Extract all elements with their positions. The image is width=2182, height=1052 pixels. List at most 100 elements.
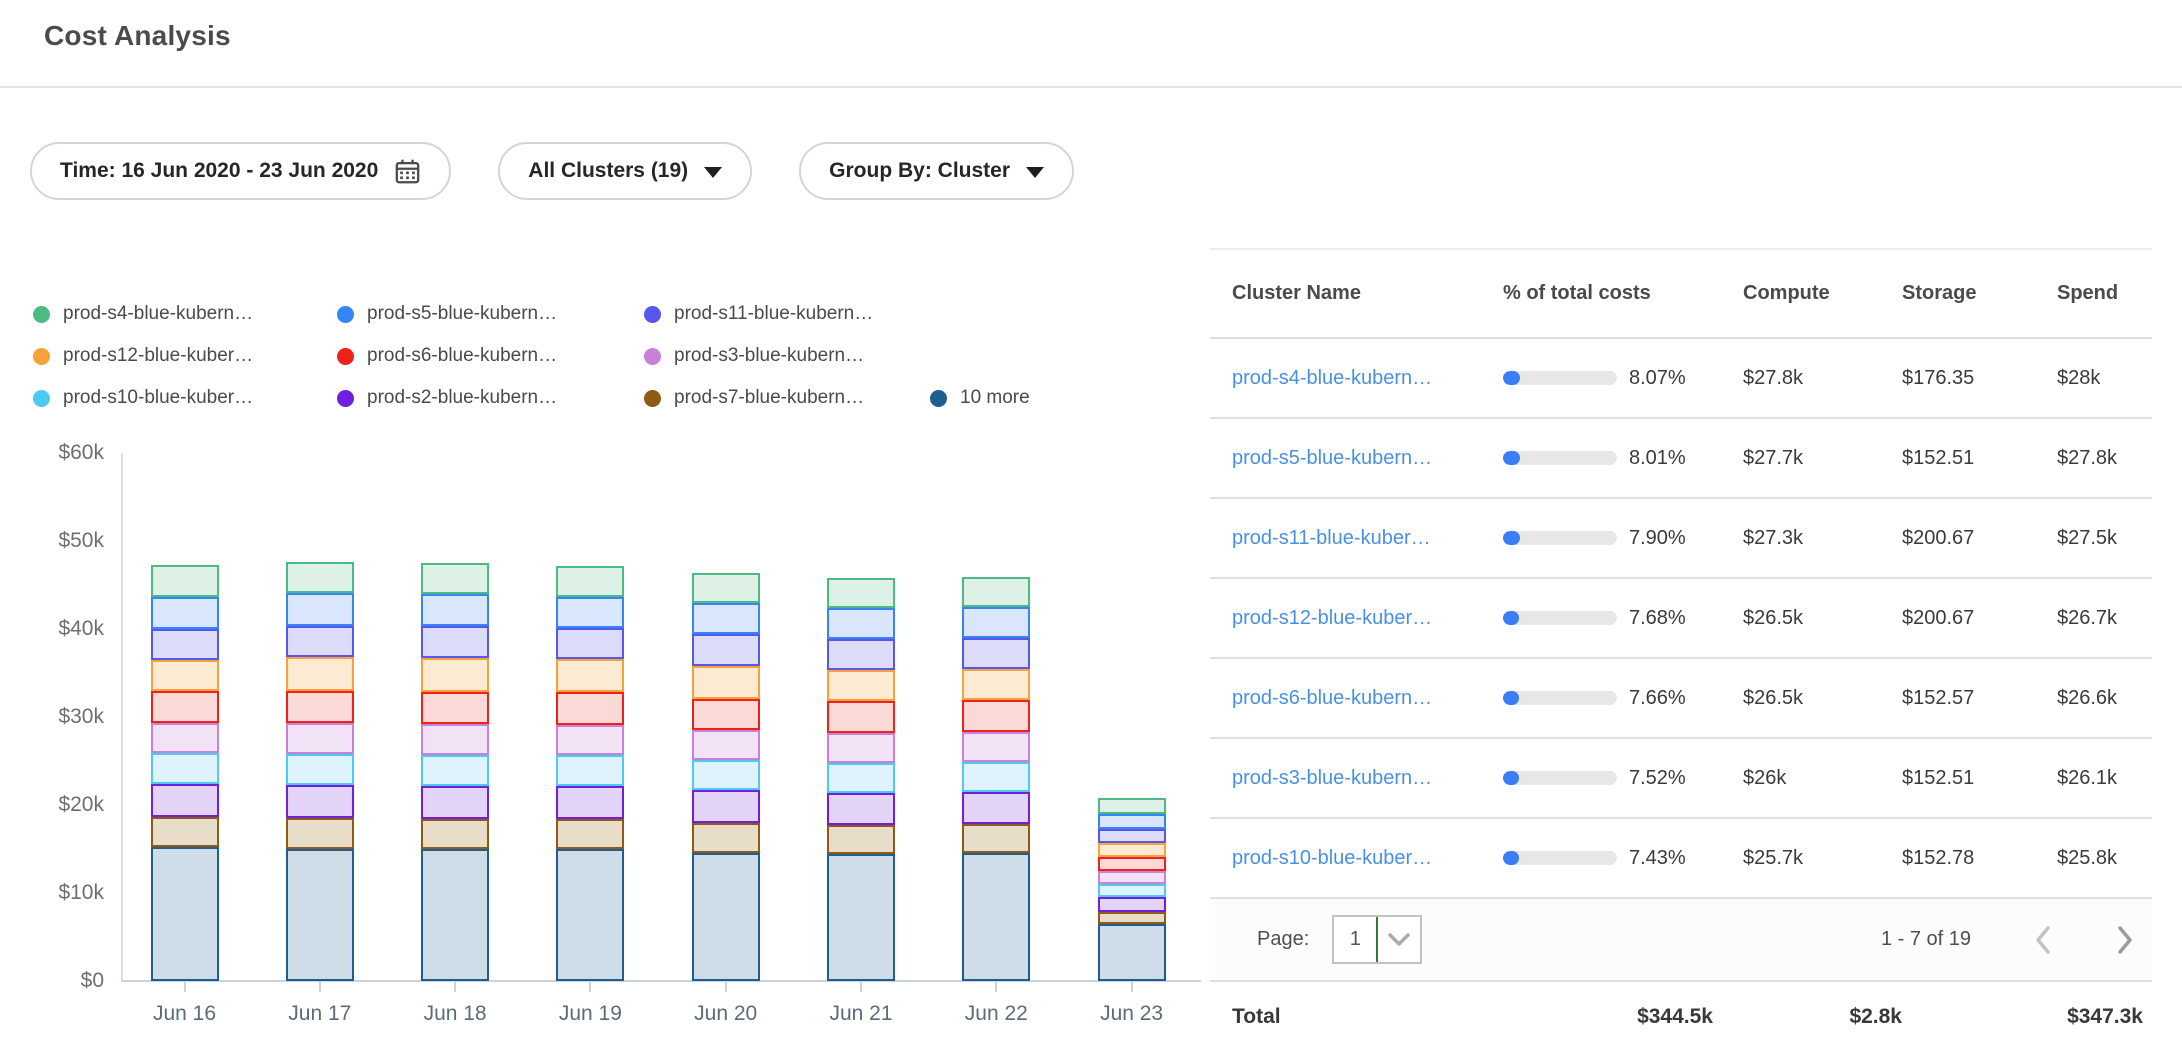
bar-segment[interactable]: [692, 790, 760, 823]
bar-segment[interactable]: [286, 626, 354, 658]
bar-segment[interactable]: [827, 733, 895, 763]
bar-segment[interactable]: [692, 823, 760, 853]
bar-segment[interactable]: [556, 659, 624, 692]
bar-segment[interactable]: [1098, 814, 1166, 829]
bar-segment[interactable]: [962, 638, 1030, 669]
bar-segment[interactable]: [827, 793, 895, 826]
legend-item[interactable]: prod-s11-blue-kubern…: [644, 303, 930, 325]
bar-segment[interactable]: [692, 760, 760, 790]
legend-item[interactable]: prod-s3-blue-kubern…: [644, 345, 930, 367]
bar-segment[interactable]: [556, 755, 624, 786]
bar-segment[interactable]: [286, 562, 354, 593]
stacked-bar-jun-23[interactable]: [1098, 798, 1166, 981]
stacked-bar-jun-17[interactable]: [286, 562, 354, 981]
bar-segment[interactable]: [1098, 798, 1166, 814]
bar-segment[interactable]: [1098, 912, 1166, 924]
legend-item[interactable]: prod-s5-blue-kubern…: [337, 303, 644, 325]
bar-segment[interactable]: [962, 700, 1030, 732]
next-page-button[interactable]: [2115, 924, 2135, 956]
group-by-filter[interactable]: Group By: Cluster: [799, 142, 1074, 200]
bar-segment[interactable]: [1098, 829, 1166, 843]
bar-segment[interactable]: [556, 628, 624, 659]
bar-segment[interactable]: [962, 824, 1030, 853]
bar-segment[interactable]: [151, 723, 219, 753]
bar-segment[interactable]: [556, 819, 624, 849]
bar-segment[interactable]: [556, 725, 624, 755]
stacked-bar-jun-18[interactable]: [421, 563, 489, 981]
cluster-name-link[interactable]: prod-s3-blue-kubern…: [1232, 767, 1503, 790]
bar-segment[interactable]: [827, 701, 895, 733]
bar-segment[interactable]: [556, 597, 624, 629]
bar-segment[interactable]: [827, 763, 895, 793]
bar-segment[interactable]: [556, 692, 624, 725]
legend-item[interactable]: prod-s7-blue-kubern…: [644, 387, 930, 409]
bar-segment[interactable]: [692, 666, 760, 699]
cluster-name-link[interactable]: prod-s11-blue-kuber…: [1232, 527, 1503, 550]
bar-segment[interactable]: [421, 563, 489, 594]
bar-segment[interactable]: [1098, 884, 1166, 897]
bar-segment[interactable]: [556, 566, 624, 597]
bar-segment[interactable]: [421, 786, 489, 819]
bar-segment[interactable]: [827, 825, 895, 854]
clusters-filter[interactable]: All Clusters (19): [498, 142, 752, 200]
bar-segment[interactable]: [151, 660, 219, 691]
cluster-name-link[interactable]: prod-s5-blue-kubern…: [1232, 447, 1503, 470]
bar-segment[interactable]: [962, 669, 1030, 701]
bar-segment[interactable]: [962, 853, 1030, 981]
legend-item[interactable]: prod-s10-blue-kuber…: [33, 387, 337, 409]
bar-segment[interactable]: [421, 724, 489, 755]
bar-segment[interactable]: [286, 593, 354, 626]
bar-segment[interactable]: [692, 853, 760, 981]
stacked-bar-jun-21[interactable]: [827, 578, 895, 981]
cluster-name-link[interactable]: prod-s4-blue-kubern…: [1232, 367, 1503, 390]
bar-segment[interactable]: [1098, 871, 1166, 884]
cluster-name-link[interactable]: prod-s6-blue-kubern…: [1232, 687, 1503, 710]
bar-segment[interactable]: [421, 849, 489, 981]
bar-segment[interactable]: [556, 849, 624, 981]
stacked-bar-jun-16[interactable]: [151, 565, 219, 981]
bar-segment[interactable]: [827, 854, 895, 981]
bar-segment[interactable]: [827, 608, 895, 639]
legend-item[interactable]: prod-s12-blue-kuber…: [33, 345, 337, 367]
bar-segment[interactable]: [1098, 843, 1166, 857]
bar-segment[interactable]: [151, 753, 219, 784]
bar-segment[interactable]: [286, 691, 354, 724]
bar-segment[interactable]: [151, 817, 219, 847]
cluster-name-link[interactable]: prod-s12-blue-kuber…: [1232, 607, 1503, 630]
bar-segment[interactable]: [962, 732, 1030, 762]
bar-segment[interactable]: [556, 786, 624, 819]
bar-segment[interactable]: [151, 597, 219, 629]
legend-item[interactable]: prod-s2-blue-kubern…: [337, 387, 644, 409]
bar-segment[interactable]: [962, 577, 1030, 607]
bar-segment[interactable]: [421, 692, 489, 725]
bar-segment[interactable]: [827, 578, 895, 608]
bar-segment[interactable]: [421, 594, 489, 627]
bar-segment[interactable]: [286, 723, 354, 754]
bar-segment[interactable]: [421, 658, 489, 691]
bar-segment[interactable]: [692, 603, 760, 635]
bar-segment[interactable]: [286, 818, 354, 849]
bar-segment[interactable]: [692, 699, 760, 731]
page-select[interactable]: 1: [1332, 915, 1422, 964]
bar-segment[interactable]: [286, 785, 354, 818]
legend-item[interactable]: 10 more: [930, 387, 1210, 409]
legend-item[interactable]: prod-s4-blue-kubern…: [33, 303, 337, 325]
stacked-bar-jun-19[interactable]: [556, 566, 624, 981]
bar-segment[interactable]: [1098, 924, 1166, 981]
previous-page-button[interactable]: [2033, 924, 2053, 956]
legend-item[interactable]: prod-s6-blue-kubern…: [337, 345, 644, 367]
bar-segment[interactable]: [286, 754, 354, 785]
bar-segment[interactable]: [692, 573, 760, 603]
bar-segment[interactable]: [151, 847, 219, 981]
bar-segment[interactable]: [151, 629, 219, 660]
bar-segment[interactable]: [286, 849, 354, 981]
bar-segment[interactable]: [692, 634, 760, 666]
bar-segment[interactable]: [962, 762, 1030, 792]
bar-segment[interactable]: [827, 670, 895, 702]
bar-segment[interactable]: [827, 639, 895, 670]
bar-segment[interactable]: [286, 657, 354, 690]
bar-segment[interactable]: [1098, 857, 1166, 871]
bar-segment[interactable]: [962, 607, 1030, 638]
bar-segment[interactable]: [962, 792, 1030, 825]
time-range-filter[interactable]: Time: 16 Jun 2020 - 23 Jun 2020: [30, 142, 451, 200]
